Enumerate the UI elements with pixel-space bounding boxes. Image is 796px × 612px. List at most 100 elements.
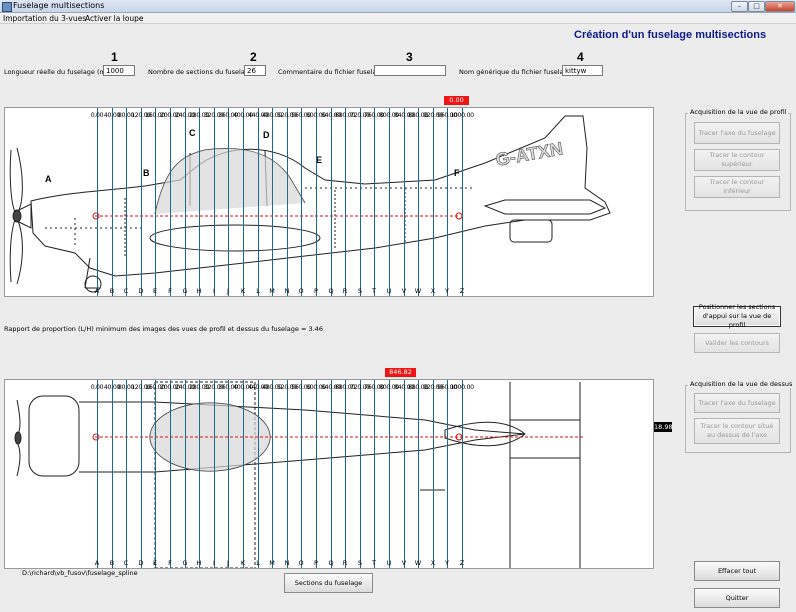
profile-section-line[interactable] — [228, 108, 229, 296]
profile-section-line[interactable] — [287, 108, 288, 296]
trace-axis-profile-button[interactable]: Tracer l'axe du fuselage — [694, 122, 780, 144]
top-section-line[interactable] — [462, 380, 463, 568]
fuselage-length-field[interactable]: 1000 — [103, 65, 135, 76]
top-section-letter: L — [256, 559, 260, 567]
profile-section-line[interactable] — [185, 108, 186, 296]
profile-section-letter: Q — [328, 287, 334, 295]
profile-section-line[interactable] — [199, 108, 200, 296]
top-section-line[interactable] — [185, 380, 186, 568]
profile-section-line[interactable] — [243, 108, 244, 296]
profile-section-line[interactable] — [389, 108, 390, 296]
top-section-line[interactable] — [228, 380, 229, 568]
profile-section-letter: O — [298, 287, 304, 295]
profile-view-panel[interactable]: G-ATXN A B C D E F 0.00 A 40.00 B 80.00 C 120.… — [4, 107, 654, 297]
top-section-line[interactable] — [199, 380, 200, 568]
step-2-number: 2 — [250, 50, 257, 64]
profile-section-line[interactable] — [316, 108, 317, 296]
top-section-line[interactable] — [272, 380, 273, 568]
top-section-line[interactable] — [170, 380, 171, 568]
validate-contours-button[interactable]: Valider les contours — [694, 333, 780, 353]
profile-section-line[interactable] — [126, 108, 127, 296]
top-section-line[interactable] — [214, 380, 215, 568]
profile-section-line[interactable] — [462, 108, 463, 296]
section-count-field[interactable]: 26 — [244, 65, 266, 76]
profile-section-line[interactable] — [141, 108, 142, 296]
top-section-letter: N — [284, 559, 290, 567]
profile-section-line[interactable] — [433, 108, 434, 296]
trace-axis-top-button[interactable]: Tracer l'axe du fuselage — [694, 393, 780, 413]
top-section-letter: Y — [445, 559, 449, 567]
menu-import-3views[interactable]: Importation du 3-vues — [3, 14, 86, 23]
top-section-line[interactable] — [155, 380, 156, 568]
profile-section-letter: G — [182, 287, 188, 295]
profile-section-letter: W — [414, 287, 422, 295]
top-section-line[interactable] — [331, 380, 332, 568]
top-section-line[interactable] — [418, 380, 419, 568]
top-section-letter: P — [314, 559, 318, 567]
top-section-line[interactable] — [433, 380, 434, 568]
profile-section-line[interactable] — [345, 108, 346, 296]
profile-section-line[interactable] — [272, 108, 273, 296]
trace-contour-above-axis-button[interactable]: Tracer le contour situé au dessus de l'a… — [694, 418, 780, 444]
top-section-line[interactable] — [126, 380, 127, 568]
profile-section-line[interactable] — [170, 108, 171, 296]
top-section-line[interactable] — [243, 380, 244, 568]
maximize-icon[interactable]: □ — [748, 1, 765, 12]
top-section-line[interactable] — [112, 380, 113, 568]
profile-section-line[interactable] — [301, 108, 302, 296]
profile-section-line[interactable] — [258, 108, 259, 296]
profile-section-letter: F — [168, 287, 172, 295]
top-section-line[interactable] — [97, 380, 98, 568]
top-position-marker: 846.82 — [385, 368, 416, 377]
top-section-letter: G — [182, 559, 188, 567]
top-section-line[interactable] — [141, 380, 142, 568]
profile-section-line[interactable] — [331, 108, 332, 296]
profile-section-letter: Z — [459, 287, 465, 295]
top-section-line[interactable] — [345, 380, 346, 568]
profile-section-line[interactable] — [214, 108, 215, 296]
profile-section-letter: C — [123, 287, 129, 295]
top-section-line[interactable] — [447, 380, 448, 568]
top-section-line[interactable] — [360, 380, 361, 568]
close-icon[interactable]: ✕ — [765, 1, 795, 12]
minimize-icon[interactable]: – — [731, 1, 748, 12]
top-section-letter: M — [269, 559, 275, 567]
window-titlebar: Fuselage multisections – □ ✕ — [0, 0, 796, 13]
clear-all-button[interactable]: Effacer tout — [694, 561, 780, 581]
fuselage-sections-button[interactable]: Sections du fuselage — [284, 573, 373, 593]
top-section-line[interactable] — [404, 380, 405, 568]
profile-section-line[interactable] — [374, 108, 375, 296]
top-section-letter: B — [109, 559, 115, 567]
top-section-letter: X — [430, 559, 436, 567]
top-section-line[interactable] — [316, 380, 317, 568]
menu-activate-magnifier[interactable]: Activer la loupe — [85, 14, 144, 23]
generic-name-field[interactable]: kittyw — [562, 65, 603, 76]
app-icon — [2, 2, 12, 12]
profile-section-letter: J — [227, 287, 229, 295]
profile-section-line[interactable] — [404, 108, 405, 296]
profile-section-line[interactable] — [418, 108, 419, 296]
profile-section-line[interactable] — [155, 108, 156, 296]
comment-field[interactable] — [374, 65, 446, 76]
top-section-line[interactable] — [301, 380, 302, 568]
top-section-line[interactable] — [258, 380, 259, 568]
profile-section-line[interactable] — [447, 108, 448, 296]
window-title: Fuselage multisections — [13, 1, 105, 10]
top-section-letter: Q — [328, 559, 334, 567]
step-3-number: 3 — [406, 50, 413, 64]
top-section-line[interactable] — [287, 380, 288, 568]
quit-button[interactable]: Quitter — [694, 588, 780, 608]
top-section-line[interactable] — [389, 380, 390, 568]
profile-section-letter: K — [240, 287, 246, 295]
profile-section-line[interactable] — [97, 108, 98, 296]
top-section-line[interactable] — [374, 380, 375, 568]
trace-upper-contour-button[interactable]: Tracer le contour supérieur — [694, 149, 780, 171]
top-section-letter: W — [414, 559, 422, 567]
profile-section-line[interactable] — [360, 108, 361, 296]
profile-section-line[interactable] — [112, 108, 113, 296]
profile-section-letter: X — [430, 287, 436, 295]
trace-lower-contour-button[interactable]: Tracer le contour inférieur — [694, 176, 780, 198]
profile-section-letter: A — [94, 287, 100, 295]
position-sections-button[interactable]: Positionner les sections d'appui sur la … — [693, 303, 781, 329]
top-view-panel[interactable]: 0.00 A 40.00 B 80.00 C 120.00 D 160.00 E 200.00 F 24… — [4, 379, 654, 569]
